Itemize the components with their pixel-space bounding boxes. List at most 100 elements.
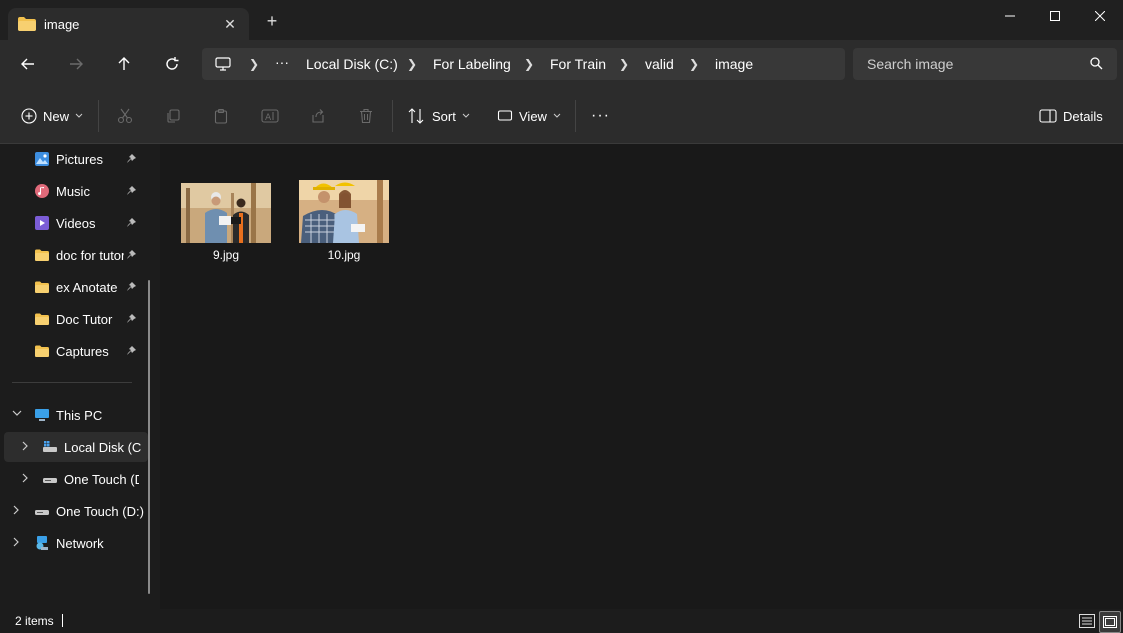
new-button[interactable]: New (21, 105, 83, 127)
maximize-button[interactable] (1032, 0, 1078, 32)
trash-icon (360, 108, 372, 124)
rename-button[interactable]: A (261, 105, 279, 127)
search-icon (1090, 57, 1103, 70)
details-pane-button[interactable]: Details (1039, 105, 1103, 127)
network-icon (36, 536, 48, 550)
pin-icon (127, 346, 136, 355)
sidebar-item-videos[interactable]: Videos (0, 208, 148, 238)
forward-button[interactable] (62, 50, 90, 78)
folder-icon (18, 17, 36, 31)
more-options-button[interactable]: ··· (591, 105, 610, 127)
videos-icon (35, 216, 49, 230)
sidebar-item-ex-anotate[interactable]: ex Anotate (0, 272, 148, 302)
sidebar-scrollbar[interactable] (148, 280, 150, 594)
pin-icon (127, 282, 136, 291)
scissors-icon (117, 108, 133, 124)
sidebar-item-one-touch[interactable]: One Touch (D:) (0, 496, 148, 526)
folder-icon (35, 345, 49, 357)
cut-button[interactable] (117, 105, 133, 127)
details-view-button[interactable] (1077, 611, 1097, 631)
new-label: New (43, 108, 70, 124)
chevron-down-icon (12, 410, 22, 416)
sidebar-item-this-pc[interactable]: This PC (0, 400, 148, 430)
file-item-9[interactable] (181, 183, 271, 243)
chevron-right-icon: ❯ (619, 57, 630, 71)
delete-button[interactable] (358, 105, 374, 127)
folder-icon (35, 313, 49, 325)
maximize-icon (1050, 11, 1060, 21)
share-icon (312, 109, 324, 123)
item-count: 2 items (15, 614, 54, 628)
sort-button[interactable]: Sort (408, 105, 470, 127)
details-label: Details (1063, 108, 1103, 124)
breadcrumb-for-train[interactable]: For Train (550, 56, 606, 72)
minimize-button[interactable] (987, 0, 1033, 32)
breadcrumb-image[interactable]: image (715, 56, 753, 72)
breadcrumb-overflow[interactable]: ··· (275, 54, 289, 70)
search-box[interactable]: Search image (853, 48, 1117, 80)
search-placeholder[interactable]: Search image (867, 56, 953, 72)
rename-icon: A (261, 109, 279, 123)
pin-icon (127, 218, 136, 227)
folder-icon (35, 281, 49, 293)
sidebar-item-one-touch-sub[interactable]: One Touch (D:) (0, 464, 148, 494)
sidebar-item-label: This PC (56, 408, 103, 423)
drive-windows-icon (43, 441, 57, 452)
sidebar-item-label: Network (56, 536, 104, 551)
back-button[interactable] (14, 50, 42, 78)
breadcrumb-valid[interactable]: valid (645, 56, 674, 72)
copy-button[interactable] (165, 105, 181, 127)
chevron-right-icon (22, 473, 28, 483)
toolbar-divider (98, 100, 99, 132)
tab-image[interactable]: image ✕ (8, 8, 249, 40)
command-bar: New A Sort View ··· Details (0, 88, 1123, 144)
view-button[interactable]: View (497, 105, 561, 127)
arrow-right-icon (70, 58, 83, 70)
details-view-icon (1079, 614, 1095, 628)
chevron-right-icon: ❯ (249, 57, 260, 71)
status-separator (62, 614, 63, 627)
svg-text:A: A (265, 113, 272, 123)
chevron-down-icon (553, 113, 561, 118)
view-icon (497, 110, 513, 121)
details-pane-icon (1039, 109, 1057, 123)
sidebar-item-label: Local Disk (C:) (64, 440, 142, 455)
sidebar-divider (12, 382, 132, 383)
chevron-right-icon (22, 441, 28, 451)
sidebar-item-label: Pictures (56, 152, 103, 167)
sidebar-item-doc-for-tutor[interactable]: doc for tutor (0, 240, 148, 270)
navigation-pane: Pictures Music Videos doc for tutor ex A… (0, 144, 160, 609)
sidebar-item-label: Music (56, 184, 90, 199)
sidebar-item-network[interactable]: Network (0, 528, 148, 558)
sidebar-item-label: Captures (56, 344, 109, 359)
copy-icon (167, 109, 180, 123)
breadcrumb-for-labeling[interactable]: For Labeling (433, 56, 511, 72)
sidebar-item-pictures[interactable]: Pictures (0, 144, 148, 174)
sidebar-item-music[interactable]: Music (0, 176, 148, 206)
share-button[interactable] (310, 105, 326, 127)
plus-circle-icon (21, 108, 37, 124)
sidebar-item-doc-tutor[interactable]: Doc Tutor (0, 304, 148, 334)
new-tab-button[interactable]: + (262, 12, 282, 32)
large-icons-view-button[interactable] (1099, 611, 1121, 633)
arrow-left-icon (21, 58, 34, 70)
monitor-icon (215, 57, 231, 71)
sidebar-item-captures[interactable]: Captures (0, 336, 148, 366)
minimize-icon (1005, 15, 1015, 17)
drive-icon (43, 478, 57, 483)
address-bar[interactable]: ❯ ··· Local Disk (C:) ❯ For Labeling ❯ F… (202, 48, 845, 80)
sidebar-item-label: ex Anotate (56, 280, 118, 295)
up-button[interactable] (110, 50, 138, 78)
breadcrumb-local-disk[interactable]: Local Disk (C:) (306, 56, 398, 72)
file-list-view: 9.jpg 10.jpg (160, 144, 1123, 609)
close-tab-icon[interactable]: ✕ (220, 14, 240, 34)
file-name[interactable]: 9.jpg (181, 248, 271, 262)
close-icon (1095, 11, 1105, 21)
sidebar-item-local-disk[interactable]: Local Disk (C:) (4, 432, 148, 462)
close-window-button[interactable] (1077, 0, 1123, 32)
file-name[interactable]: 10.jpg (299, 248, 389, 262)
refresh-button[interactable] (158, 50, 186, 78)
tab-title: image (44, 17, 80, 32)
paste-button[interactable] (213, 105, 229, 127)
file-item-10[interactable] (299, 180, 389, 243)
